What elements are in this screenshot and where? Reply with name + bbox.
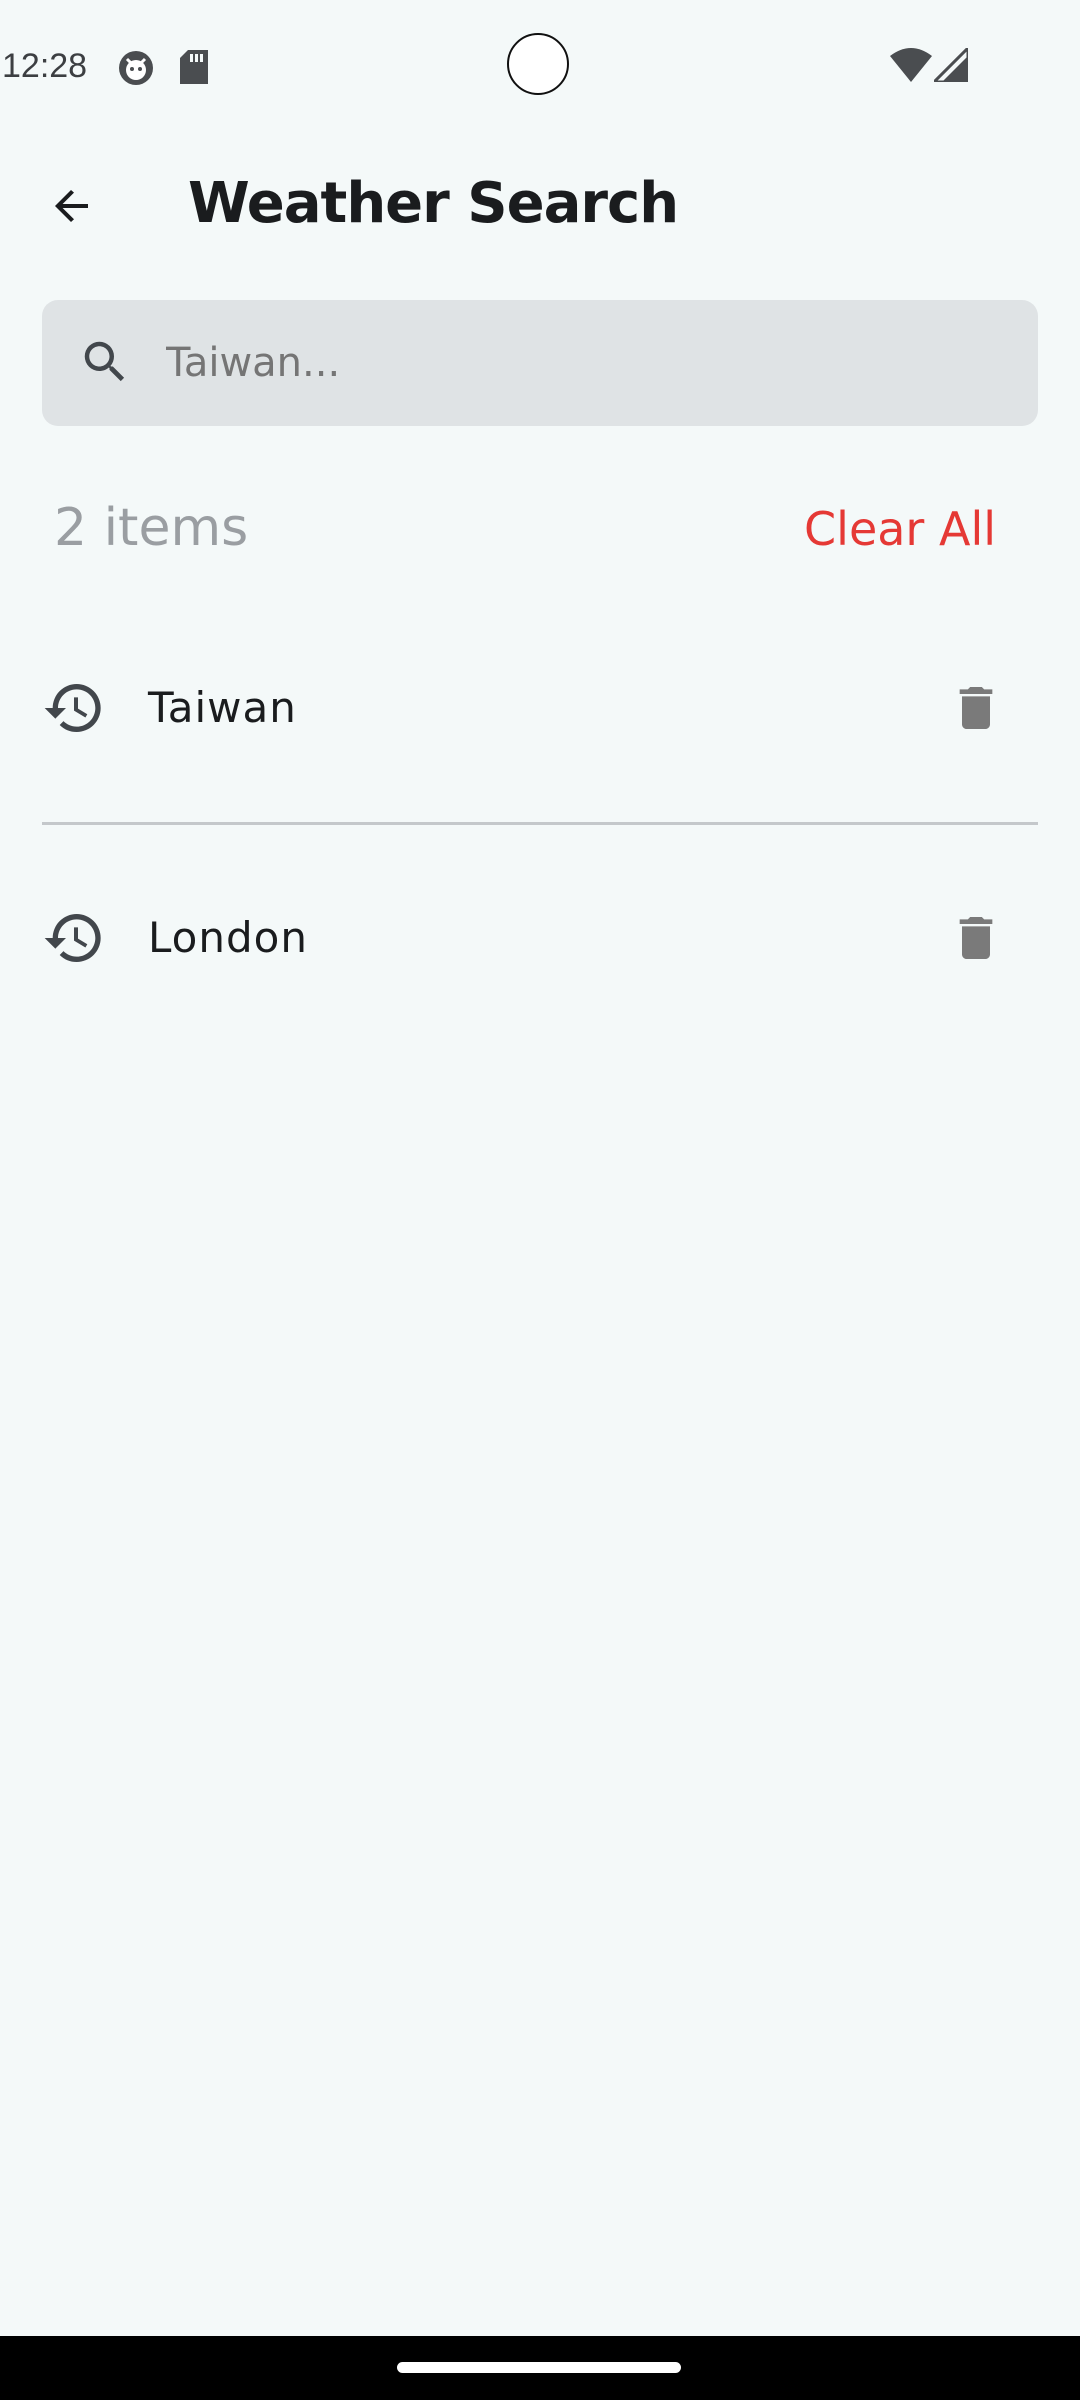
- back-button[interactable]: [28, 162, 116, 250]
- face-notification-icon: [119, 51, 153, 85]
- cellular-signal-icon: [934, 48, 968, 82]
- top-app-bar: Weather Search: [0, 150, 1080, 260]
- clear-all-button[interactable]: Clear All: [804, 494, 996, 564]
- search-icon: [84, 341, 125, 382]
- delete-icon: [959, 917, 993, 959]
- history-item-taiwan[interactable]: Taiwan: [0, 638, 1080, 778]
- arrow-back-icon: [55, 190, 88, 222]
- history-item-london[interactable]: London: [0, 868, 1080, 1008]
- delete-london-button[interactable]: [940, 902, 1012, 974]
- search-input[interactable]: [166, 316, 1006, 410]
- history-icon: [44, 684, 101, 732]
- history-item-label: Taiwan: [148, 683, 297, 732]
- delete-taiwan-button[interactable]: [940, 672, 1012, 744]
- history-item-label: London: [148, 913, 308, 962]
- wifi-icon: [890, 48, 932, 82]
- history-icon: [44, 914, 101, 962]
- divider: [42, 822, 1038, 825]
- history-count: 2 items: [54, 498, 249, 558]
- home-gesture-handle[interactable]: [397, 2362, 681, 2373]
- camera-cutout: [507, 33, 569, 95]
- delete-icon: [959, 687, 993, 729]
- status-bar: 12:28: [0, 0, 1080, 132]
- sd-card-icon: [180, 50, 208, 84]
- status-time: 12:28: [2, 47, 88, 85]
- page-title: Weather Search: [188, 171, 679, 236]
